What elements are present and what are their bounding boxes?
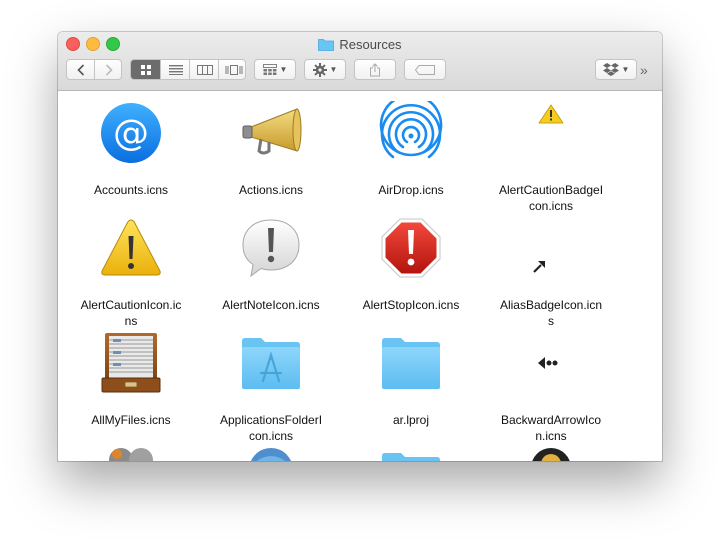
automator-icon (109, 448, 153, 461)
file-name: Actions.icns (238, 183, 304, 197)
at-sign-icon: @ (101, 103, 161, 163)
burn-icon (532, 448, 570, 461)
arrange-button[interactable]: ▼ (254, 59, 296, 80)
arrange-grid-icon (262, 64, 277, 75)
action-button[interactable]: ▼ (304, 59, 346, 80)
window-title-text: Resources (339, 37, 402, 52)
tags-button[interactable] (404, 59, 446, 80)
tag-icon (415, 64, 435, 75)
file-name: Accounts.icns (93, 183, 169, 197)
file-name: AliasBadgeIcon.icn s (499, 298, 603, 328)
cover-flow-icon (225, 64, 242, 75)
grid-icon (140, 64, 151, 75)
finder-window: Resources ▼ ▼ ▼ » @ Accounts.icns Action… (58, 32, 662, 461)
share-icon (370, 62, 380, 76)
chevron-down-icon: ▼ (621, 65, 630, 74)
toolbar-overflow-button[interactable]: » (640, 62, 648, 78)
columns-icon (196, 64, 213, 75)
file-icon-grid: @ Accounts.icns Actions.icns AirDrop.icn… (58, 91, 662, 461)
file-cabinet-icon (101, 333, 161, 393)
file-name: AlertStopIcon.icns (362, 298, 460, 312)
column-view-button[interactable] (189, 60, 219, 79)
window-title: Resources (58, 37, 662, 53)
file-name: BackwardArrowIco n.icns (500, 413, 602, 443)
stop-icon (381, 218, 441, 278)
globe-icon (250, 448, 292, 461)
forward-button[interactable] (94, 60, 122, 79)
dropbox-button[interactable]: ▼ (595, 59, 637, 80)
chevron-down-icon: ▼ (279, 65, 288, 74)
gear-icon (312, 62, 327, 77)
dropbox-icon (602, 63, 619, 76)
caution-icon (101, 219, 161, 276)
file-name: AlertCautionIcon.ic ns (80, 298, 182, 328)
note-bubble-icon (242, 219, 300, 278)
folder-icon (318, 39, 335, 51)
applications-folder-icon (242, 338, 300, 389)
file-name: ApplicationsFolderI con.icns (219, 413, 323, 443)
view-mode-control (130, 59, 246, 80)
file-name: AirDrop.icns (378, 183, 444, 197)
airdrop-icon (379, 101, 443, 159)
svg-text:@: @ (113, 113, 149, 154)
folder-icon (382, 338, 440, 389)
alias-arrow-icon (533, 261, 545, 273)
backward-arrow-icon (538, 357, 558, 369)
file-name: AllMyFiles.icns (91, 413, 171, 427)
caution-badge-icon (538, 104, 564, 124)
file-name: ar.lproj (392, 413, 430, 427)
file-name: AlertNoteIcon.icns (222, 298, 320, 312)
cover-flow-view-button[interactable] (218, 60, 248, 79)
list-icon (168, 64, 183, 75)
navigation-buttons (66, 59, 122, 80)
title-bar: Resources ▼ ▼ ▼ » (58, 32, 662, 91)
folder-icon (382, 453, 440, 461)
back-button[interactable] (67, 60, 94, 79)
share-button[interactable] (354, 59, 396, 80)
list-view-button[interactable] (160, 60, 190, 79)
megaphone-icon (242, 108, 302, 155)
file-name: AlertCautionBadgeI con.icns (498, 183, 604, 213)
chevron-down-icon: ▼ (329, 65, 338, 74)
chevron-right-icon (105, 63, 113, 76)
icon-view-button[interactable] (131, 60, 160, 79)
chevron-left-icon (76, 63, 84, 76)
